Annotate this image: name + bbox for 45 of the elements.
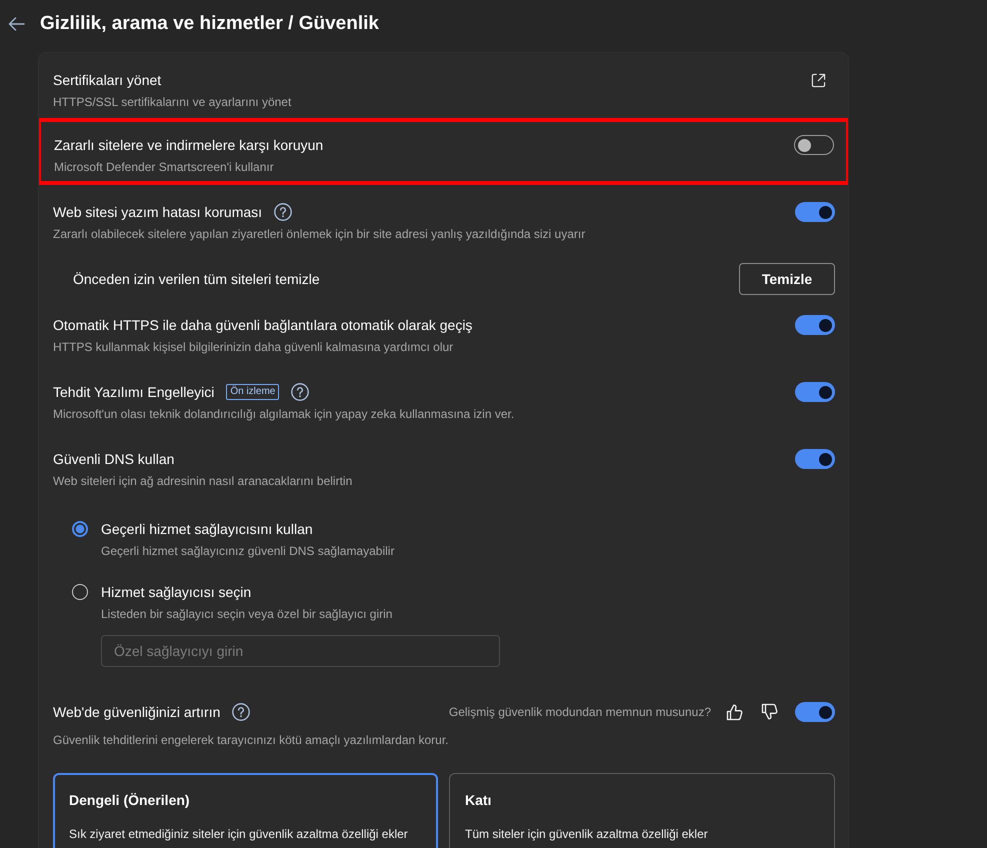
toggle-switch[interactable] xyxy=(795,315,835,335)
setting-description: Microsoft'un olası teknik dolandırıcılığı algılamak için yapay zeka kullanmasına izin ver. xyxy=(53,406,516,422)
setting-title: Tehdit Yazılımı Engelleyici xyxy=(53,383,214,402)
mode-description: Tüm siteler için güvenlik azaltma özelliği ekler xyxy=(465,826,709,842)
thumbs-up-icon[interactable] xyxy=(725,702,744,722)
mode-card[interactable]: Katı Tüm siteler için güvenlik azaltma özelliği ekler xyxy=(449,773,835,848)
mode-title: Dengeli (Önerilen) xyxy=(69,791,191,810)
mode-card[interactable]: Dengeli (Önerilen) Sık ziyaret etmediğiniz siteler için güvenlik azaltma özelliği ekler xyxy=(53,773,438,848)
option-description: Listeden bir sağlayıcı seçin veya özel bir sağlayıcı girin xyxy=(101,606,394,622)
help-icon[interactable] xyxy=(274,203,292,221)
option-label: Hizmet sağlayıcısı seçin xyxy=(101,583,252,602)
setting-description: Web siteleri için ağ adresinin nasıl aranacaklarını belirtin xyxy=(53,473,354,489)
setting-description: HTTPS/SSL sertifikalarını ve ayarlarını yönet xyxy=(53,94,292,110)
option-label: Geçerli hizmet sağlayıcısını kullan xyxy=(101,520,314,539)
toggle-switch[interactable] xyxy=(795,449,835,469)
mode-description: Sık ziyaret etmediğiniz siteler için güvenlik azaltma özelliği ekler xyxy=(69,826,409,842)
setting-title: Zararlı sitelere ve indirmelere karşı koruyun xyxy=(54,136,324,155)
setting-description: HTTPS kullanmak kişisel bilgilerinizin daha güvenli kalmasına yardımcı olur xyxy=(53,339,454,355)
toggle-switch[interactable] xyxy=(794,135,834,155)
toggle-switch[interactable] xyxy=(795,382,835,402)
help-icon[interactable] xyxy=(232,703,250,721)
feedback-question: Gelişmiş güvenlik modundan memnun musunuz? xyxy=(448,704,711,720)
setting-title: Web sitesi yazım hatası koruması xyxy=(53,203,262,222)
toggle-switch[interactable] xyxy=(795,702,835,722)
clear-button[interactable]: Temizle xyxy=(739,263,835,295)
setting-title: Otomatik HTTPS ile daha güvenli bağlantılara otomatik olarak geçiş xyxy=(53,316,472,335)
external-link-icon[interactable] xyxy=(810,72,827,88)
setting-title: Güvenli DNS kullan xyxy=(53,450,174,469)
setting-title: Sertifikaları yönet xyxy=(53,71,162,90)
setting-description: Zararlı olabilecek sitelere yapılan ziyaretleri önlemek için bir site adresi yanlış yazıldığında sizi uyarır xyxy=(53,226,586,242)
setting-title: Önceden izin verilen tüm siteleri temizle xyxy=(73,270,320,289)
radio-button[interactable] xyxy=(72,584,88,600)
thumbs-down-icon[interactable] xyxy=(760,702,779,722)
radio-button[interactable] xyxy=(72,521,88,537)
page-title: Gizlilik, arama ve hizmetler / Güvenlik xyxy=(40,12,379,36)
provider-input[interactable]: Özel sağlayıcıyı girin xyxy=(101,635,500,667)
help-icon[interactable] xyxy=(291,383,310,401)
mode-title: Katı xyxy=(465,791,492,810)
toggle-switch[interactable] xyxy=(795,202,835,222)
setting-description: Güvenlik tehditlerini engelerek tarayıcınızı kötü amaçlı yazılımlardan korur. xyxy=(53,732,450,748)
preview-tag: Ön izleme xyxy=(226,384,280,400)
back-arrow-icon[interactable] xyxy=(8,17,25,31)
setting-description: Microsoft Defender Smartscreen'i kullanır xyxy=(54,159,275,175)
setting-title: Web'de güvenliğinizi artırın xyxy=(53,703,220,722)
option-description: Geçerli hizmet sağlayıcınız güvenli DNS sağlamayabilir xyxy=(101,543,394,559)
